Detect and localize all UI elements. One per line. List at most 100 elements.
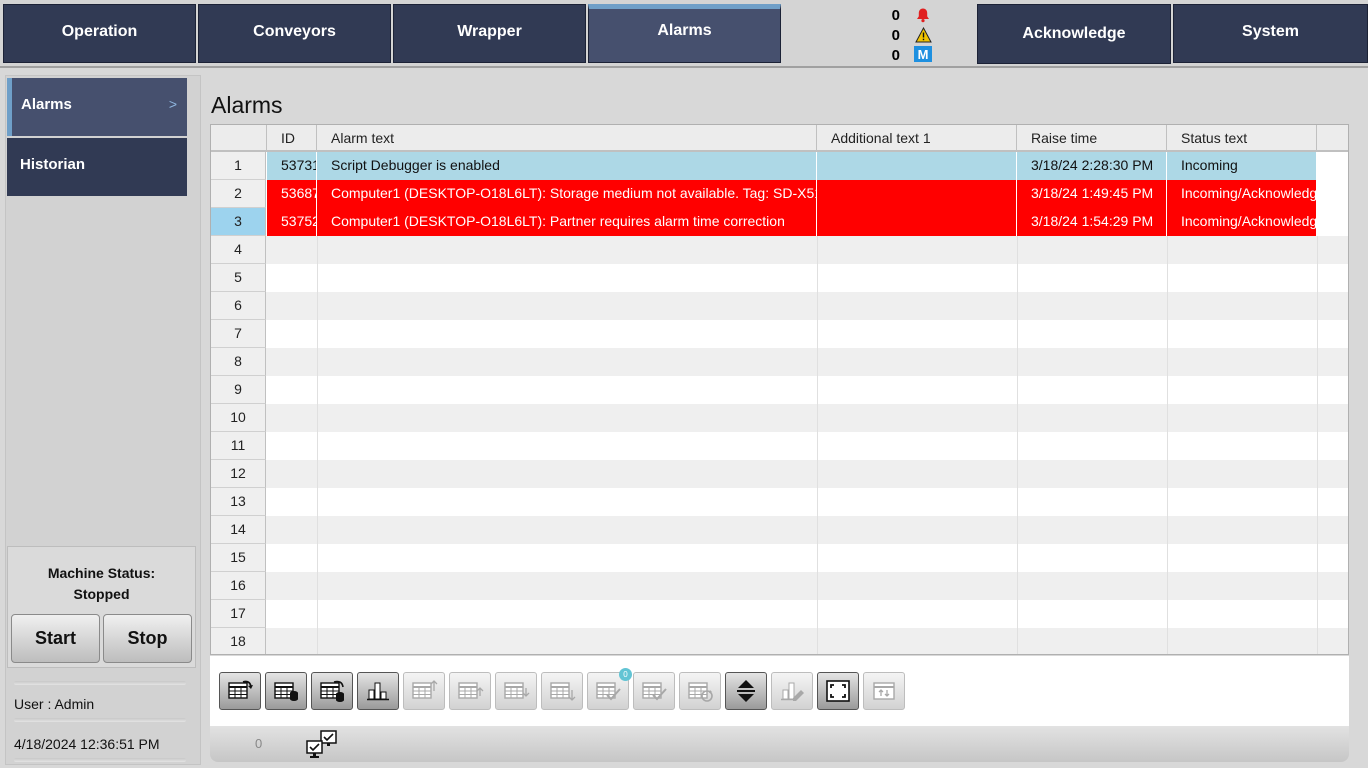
stop-button[interactable]: Stop [103,614,192,663]
column-divider [1167,432,1168,460]
alarm-statistics-icon [364,678,392,704]
table-row[interactable]: 4 [211,236,1348,264]
tab-wrapper[interactable]: Wrapper [393,4,586,63]
scroll-down-button[interactable] [495,672,537,710]
column-divider [1167,488,1168,516]
column-header-additional-text[interactable]: Additional text 1 [817,125,1017,152]
tab-alarms[interactable]: Alarms [588,4,781,63]
start-button[interactable]: Start [11,614,100,663]
column-divider [1017,460,1018,488]
row-number[interactable]: 11 [211,432,266,460]
table-row[interactable]: 10 [211,404,1348,432]
sort-ascending-button[interactable] [403,672,445,710]
chevron-right-icon: > [168,96,177,112]
alarm-log-icon [272,678,300,704]
scroll-up-button[interactable] [449,672,491,710]
column-header-raise-time[interactable]: Raise time [1017,125,1167,152]
machine-status: Machine Status: Stopped [8,563,195,605]
row-number[interactable]: 4 [211,236,266,264]
export-icon [870,678,898,704]
user-label: User : Admin [14,696,95,712]
cell-raise-time: 3/18/24 2:28:30 PM [1017,152,1167,180]
column-divider [817,432,818,460]
alarm-log-all-button[interactable] [311,672,353,710]
scroll-up-icon [456,678,484,704]
sort-descending-button[interactable] [541,672,583,710]
column-divider [317,264,318,292]
table-row[interactable]: 3 53752 Computer1 (DESKTOP-O18L6LT): Partn… [211,208,1348,236]
edit-filter-button[interactable] [771,672,813,710]
current-alarms-button[interactable] [219,672,261,710]
row-number[interactable]: 13 [211,488,266,516]
row-number[interactable]: 10 [211,404,266,432]
row-number[interactable]: 16 [211,572,266,600]
acknowledge-selected-button[interactable]: 0 [587,668,632,710]
cell-id: 53731 [267,152,317,180]
table-row[interactable]: 16 [211,572,1348,600]
table-row[interactable]: 11 [211,432,1348,460]
alarm-statistics-button[interactable] [357,672,399,710]
table-row[interactable]: 7 [211,320,1348,348]
column-divider [1167,348,1168,376]
row-number[interactable]: 9 [211,376,266,404]
table-row[interactable]: 18 [211,628,1348,654]
cell-raise-time: 3/18/24 1:49:45 PM [1017,180,1167,208]
row-number[interactable]: 6 [211,292,266,320]
maintenance-alarm-count: 0 [891,47,900,64]
table-row[interactable]: 12 [211,460,1348,488]
table-row[interactable]: 2 53687 Computer1 (DESKTOP-O18L6LT): Stora… [211,180,1348,208]
acknowledge-all-button[interactable] [633,672,675,710]
sort-descending-icon [548,678,576,704]
column-divider [317,404,318,432]
tab-system[interactable]: System [1173,4,1368,63]
divider [14,681,186,685]
column-divider [1317,516,1318,544]
table-row[interactable]: 17 [211,600,1348,628]
row-number[interactable]: 14 [211,516,266,544]
column-divider [817,488,818,516]
column-divider [317,236,318,264]
tab-operation[interactable]: Operation [3,4,196,63]
row-number[interactable]: 8 [211,348,266,376]
table-row[interactable]: 14 [211,516,1348,544]
column-header-status-text[interactable]: Status text [1167,125,1317,152]
expand-collapse-icon [732,678,760,704]
left-panel: Alarms > Historian Machine Status: Stopp… [5,75,201,765]
bell-icon [914,7,932,23]
fullscreen-button[interactable] [817,672,859,710]
column-divider [317,572,318,600]
loop-in-alarm-icon [686,678,714,704]
expand-collapse-button[interactable] [725,672,767,710]
row-number[interactable]: 18 [211,628,266,654]
table-row[interactable]: 6 [211,292,1348,320]
tab-conveyors[interactable]: Conveyors [198,4,391,63]
column-divider [1317,292,1318,320]
export-button[interactable] [863,672,905,710]
table-row[interactable]: 13 [211,488,1348,516]
table-row[interactable]: 5 [211,264,1348,292]
sidebar-item-alarms[interactable]: Alarms > [7,78,187,136]
column-header-alarm-text[interactable]: Alarm text [317,125,817,152]
table-row[interactable]: 9 [211,376,1348,404]
alarm-log-button[interactable] [265,672,307,710]
row-number[interactable]: 5 [211,264,266,292]
column-divider [1167,460,1168,488]
table-row[interactable]: 15 [211,544,1348,572]
sidebar-item-label: Historian [20,156,86,173]
sidebar-item-historian[interactable]: Historian [7,138,187,196]
row-number[interactable]: 17 [211,600,266,628]
table-row[interactable]: 1 53731 Script Debugger is enabled 3/18/24 … [211,152,1348,180]
column-divider [317,320,318,348]
cell-id: 53687 [267,180,317,208]
acknowledge-button[interactable]: Acknowledge [977,4,1171,64]
row-number[interactable]: 2 [211,180,266,208]
column-header-id[interactable]: ID [267,125,317,152]
table-row[interactable]: 8 [211,348,1348,376]
row-number[interactable]: 1 [211,152,266,180]
column-divider [1017,236,1018,264]
loop-in-alarm-button[interactable] [679,672,721,710]
row-number[interactable]: 3 [211,208,266,236]
row-number[interactable]: 12 [211,460,266,488]
row-number[interactable]: 7 [211,320,266,348]
row-number[interactable]: 15 [211,544,266,572]
